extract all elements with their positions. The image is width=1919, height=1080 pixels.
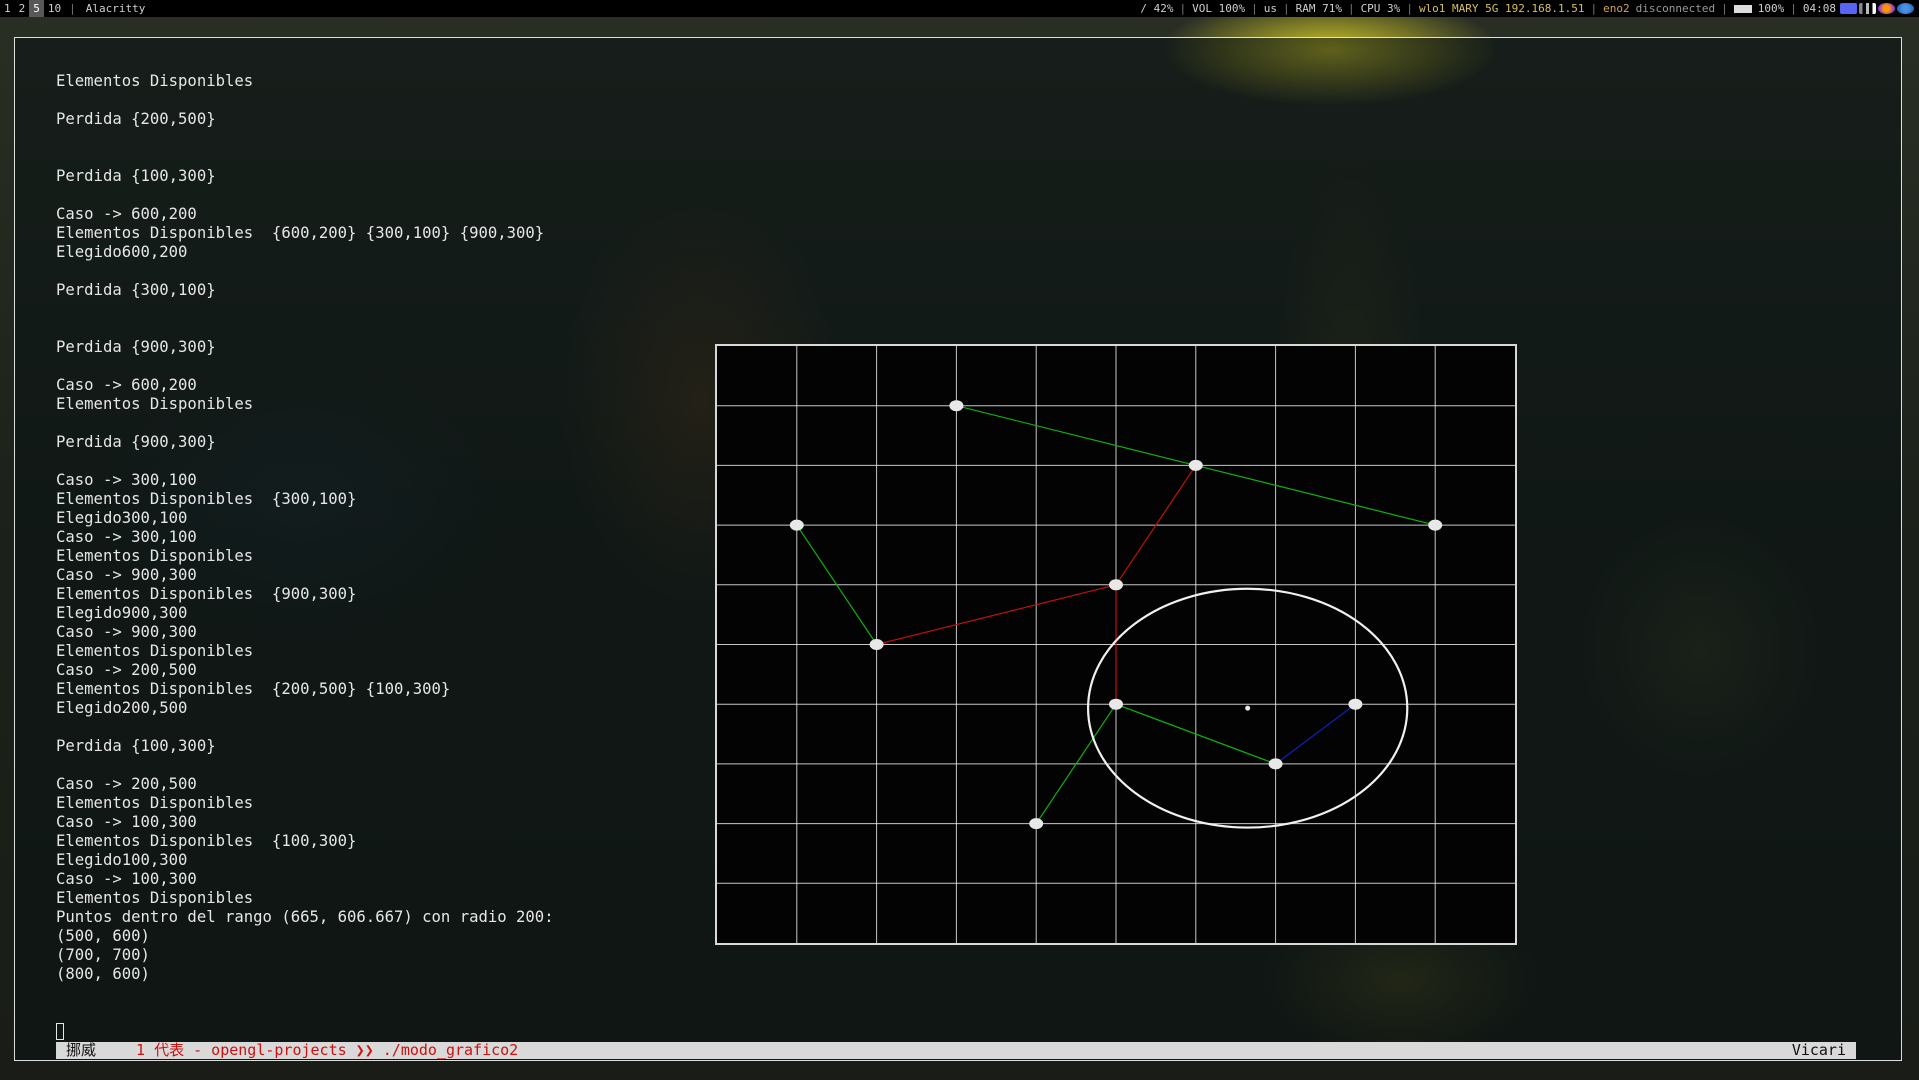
chromium-icon[interactable] <box>1897 3 1914 14</box>
separator: | <box>69 2 76 15</box>
text-cursor <box>56 1023 64 1040</box>
terminal-line: Caso -> 200,500 <box>56 661 197 679</box>
terminal-line: Elementos Disponibles <box>56 547 254 565</box>
terminal-line: Caso -> 300,100 <box>56 528 197 546</box>
graph-node <box>789 519 804 531</box>
status-blocks: / 42% | VOL 100% | us | RAM 71% | CPU 3% | wl… <box>1137 0 1919 17</box>
ethernet-name: eno2 <box>1603 2 1630 15</box>
volume-status: VOL 100% <box>1192 2 1246 15</box>
terminal-line: Elementos Disponibles <box>56 794 254 812</box>
workspace-1[interactable]: 1 <box>0 0 15 17</box>
graph-edge <box>1275 703 1356 765</box>
terminal-line: Elegido200,500 <box>56 699 188 717</box>
graph-edge <box>1195 464 1436 526</box>
session-name: 挪威 <box>66 1041 97 1059</box>
signal-bars-icon[interactable] <box>1859 3 1876 14</box>
terminal-line: Elementos Disponibles {200,500} {100,300… <box>56 680 451 698</box>
terminal-line: (500, 600) <box>56 927 150 945</box>
terminal-line: Elegido600,200 <box>56 243 188 261</box>
terminal-line: Caso -> 100,300 <box>56 813 197 831</box>
terminal-line: Perdida {100,300} <box>56 167 216 185</box>
terminal-line: Elegido900,300 <box>56 604 188 622</box>
window-list[interactable]: 1 代表 - opengl-projects ❯❯ ./modo_grafico… <box>96 1042 518 1059</box>
terminal-line: Caso -> 200,500 <box>56 775 197 793</box>
cpu-status: CPU 3% <box>1360 2 1401 15</box>
wifi-status: wlo1 MARY 5G 192.168.1.51 <box>1418 2 1585 15</box>
graph-node <box>949 400 964 412</box>
graph-node <box>869 639 884 650</box>
terminal-line: Caso -> 600,200 <box>56 205 197 223</box>
keyboard-layout-status: us <box>1263 2 1277 15</box>
range-center-point <box>1245 705 1251 711</box>
workspace-5[interactable]: 5 <box>29 0 44 17</box>
focused-window-title: Alacritty <box>85 2 146 15</box>
graph-node <box>1188 459 1203 471</box>
workspace-10[interactable]: 10 <box>44 0 65 17</box>
host-name: Vicari <box>1791 1041 1846 1059</box>
terminal-line: Puntos dentro del rango (665, 606.667) c… <box>56 908 554 926</box>
graph-node <box>1348 698 1363 710</box>
terminal-line: Caso -> 900,300 <box>56 566 197 584</box>
graph-node <box>1428 519 1443 531</box>
graph-edge <box>876 584 1117 646</box>
terminal-line: Caso -> 300,100 <box>56 471 197 489</box>
terminal-line: (700, 700) <box>56 946 150 964</box>
terminal-line: Elementos Disponibles <box>56 889 254 907</box>
terminal-line: Elementos Disponibles {100,300} <box>56 832 357 850</box>
discord-icon[interactable] <box>1840 3 1857 14</box>
battery-status: 100% <box>1757 2 1785 15</box>
terminal-line: Elementos Disponibles {900,300} <box>56 585 357 603</box>
terminal-line: Perdida {200,500} <box>56 110 216 128</box>
terminal-line: Elementos Disponibles {300,100} <box>56 490 357 508</box>
terminal-line: Caso -> 100,300 <box>56 870 197 888</box>
terminal-line: Perdida {900,300} <box>56 338 216 356</box>
terminal-line: Caso -> 600,200 <box>56 376 197 394</box>
graph-node <box>1268 758 1283 770</box>
graph-node <box>1029 818 1044 830</box>
terminal-line: Elementos Disponibles <box>56 72 254 90</box>
tmux-status-line: 挪威 1 代表 - opengl-projects ❯❯ ./modo_graf… <box>56 1042 1856 1059</box>
terminal-line: Perdida {100,300} <box>56 737 216 755</box>
clock: 04:08 <box>1802 2 1836 15</box>
terminal-line: (800, 600) <box>56 965 150 983</box>
graph-edge <box>956 405 1196 466</box>
battery-icon <box>1731 0 1755 17</box>
terminal-prompt-line[interactable] <box>56 1022 64 1041</box>
graph-node <box>1109 579 1123 591</box>
top-status-bar: 1 2 5 10 | Alacritty / 42% | VOL 100% | us… <box>0 0 1919 17</box>
terminal-output: Elementos Disponibles Perdida {200,500} … <box>56 72 554 984</box>
ethernet-state: disconnected <box>1635 2 1716 15</box>
graph-node <box>1109 698 1123 710</box>
graph-canvas[interactable] <box>717 346 1515 943</box>
opengl-graph-window[interactable] <box>715 344 1517 945</box>
terminal-line: Elegido300,100 <box>56 509 188 527</box>
disk-status: / 42% <box>1140 2 1174 15</box>
terminal-line: Elementos Disponibles {600,200} {300,100… <box>56 224 545 242</box>
terminal-line: Caso -> 900,300 <box>56 623 197 641</box>
terminal-line: Elegido100,300 <box>56 851 188 869</box>
firefox-icon[interactable] <box>1878 3 1895 14</box>
terminal-line: Elementos Disponibles <box>56 395 254 413</box>
ram-status: RAM 71% <box>1295 2 1342 15</box>
terminal-line: Perdida {900,300} <box>56 433 216 451</box>
terminal-line: Perdida {300,100} <box>56 281 216 299</box>
workspace-2[interactable]: 2 <box>15 0 30 17</box>
terminal-line: Elementos Disponibles <box>56 642 254 660</box>
